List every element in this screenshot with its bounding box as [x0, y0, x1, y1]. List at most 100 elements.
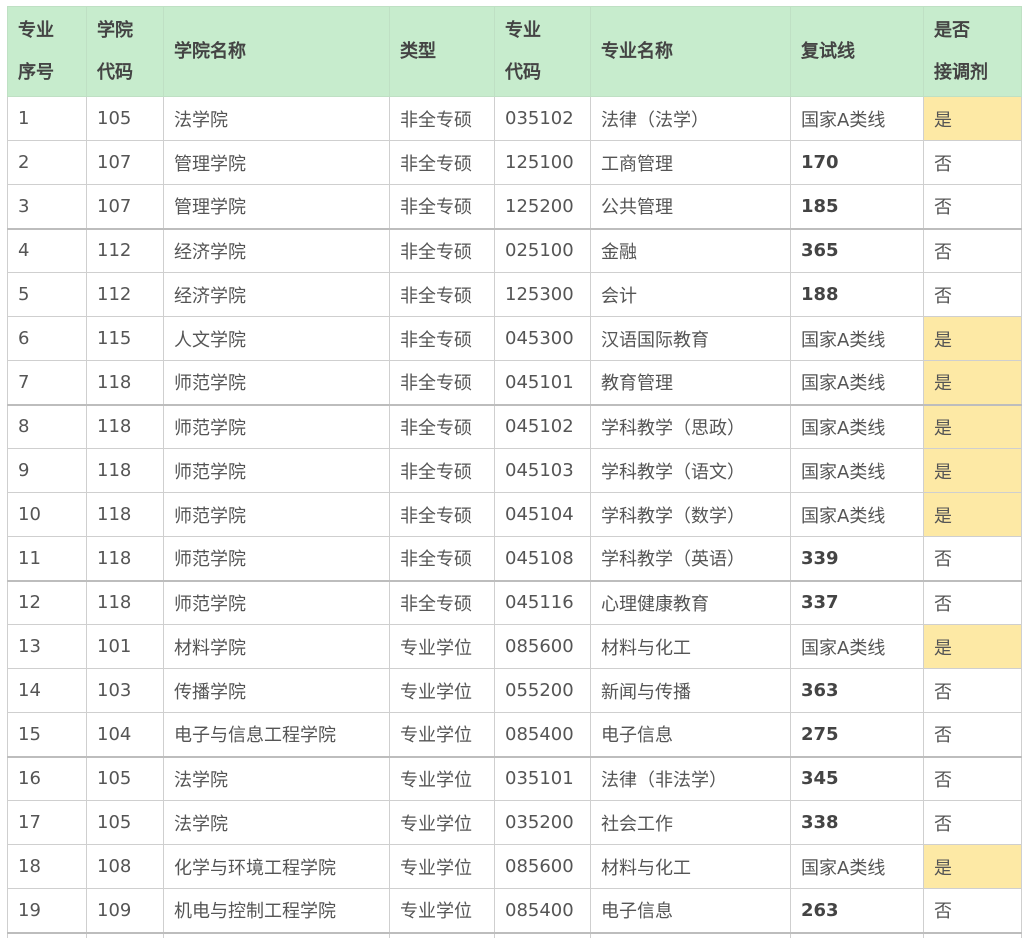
cell-major-code: 045103	[494, 448, 591, 493]
retest-score-table: 专业 序号 学院 代码 学院名称 类型 专业 代码 专业名称 复试线 是否 接调剂 11…	[7, 6, 1022, 938]
header-type: 类型	[389, 6, 495, 97]
cell-college-name: 法学院	[163, 96, 390, 141]
cell-major-name: 会计	[590, 272, 791, 317]
cell-major-name: 法律（非法学）	[590, 755, 791, 801]
header-college-name: 学院名称	[163, 6, 390, 97]
cell-seq: 19	[7, 888, 87, 933]
cell-college-name: 电子与信息工程学院	[163, 712, 390, 757]
cell-major-name: 电子信息	[590, 888, 791, 933]
table-row: 12 118 师范学院 非全专硕 045116 心理健康教育 337 否	[7, 579, 1022, 625]
cell-seq: 12	[7, 579, 87, 625]
cell-college-code: 103	[86, 668, 164, 713]
table-row: 1 105 法学院 非全专硕 035102 法律（法学） 国家A类线是	[7, 96, 1022, 141]
table-body: 1 105 法学院 非全专硕 035102 法律（法学） 国家A类线是 2 107 管理学院非全专…	[7, 96, 1022, 938]
cell-college-code: 105	[86, 755, 164, 801]
cell-college-name: 传播学院	[163, 668, 390, 713]
cell-type: 专业学位	[389, 755, 495, 801]
cell-retest-line: 国家A类线	[790, 492, 924, 537]
cell-college-name: 师范学院	[163, 448, 390, 493]
cell-major-name: 材料与化工	[590, 624, 791, 669]
cell-college-name: 人文学院	[163, 316, 390, 361]
cell-retest-line: 国家A类线	[790, 360, 924, 405]
cell-college-code: 112	[86, 272, 164, 317]
header-major-name: 专业名称	[590, 6, 791, 97]
cell-major-name: 社会工作	[590, 800, 791, 845]
cell-major-code: 055200	[494, 668, 591, 713]
cell-retest-line: 365	[790, 227, 924, 273]
cell-type: 专业学位	[389, 800, 495, 845]
cell-adjust: 否	[923, 536, 1022, 581]
cell-adjust: 是	[923, 624, 1022, 669]
cell-college-name: 机电与控制工程学院	[163, 888, 390, 933]
cell-adjust: 否	[923, 184, 1022, 229]
table-row: 17 105 法学院 专业学位 035200 社会工作 338 否	[7, 800, 1022, 845]
cell-adjust: 是	[923, 448, 1022, 493]
cell-adjust: 否	[923, 668, 1022, 713]
cell-type	[389, 931, 495, 938]
cell-type: 非全专硕	[389, 492, 495, 537]
cell-college-name: 管理学院	[163, 140, 390, 185]
table-row: 15 104 电子与信息工程学院 专业学位 085400 电子信息 275 否	[7, 712, 1022, 757]
cell-seq: 4	[7, 227, 87, 273]
cell-college-name: 师范学院	[163, 360, 390, 405]
cell-major-code: 045104	[494, 492, 591, 537]
cell-seq: 10	[7, 492, 87, 537]
cell-type: 非全专硕	[389, 272, 495, 317]
cell-retest-line: 国家A类线	[790, 844, 924, 889]
header-adjust-line1: 是否	[934, 19, 970, 41]
cell-seq: 1	[7, 96, 87, 141]
table-row: 19 109 机电与控制工程学院 专业学位 085400 电子信息 263 否	[7, 888, 1022, 933]
cell-adjust: 否	[923, 272, 1022, 317]
cell-major-code: 085600	[494, 844, 591, 889]
cell-major-name: 电子信息	[590, 712, 791, 757]
cell-college-code: 107	[86, 184, 164, 229]
cell-adjust: 是	[923, 96, 1022, 141]
cell-seq: 2	[7, 140, 87, 185]
header-adjust-line2: 接调剂	[934, 61, 988, 83]
header-college-code-line1: 学院	[97, 19, 133, 41]
cell-retest-line	[790, 931, 924, 938]
table-row: 8 118 师范学院 非全专硕 045102 学科教学（思政） 国家A类线是	[7, 403, 1022, 449]
header-major-code: 专业 代码	[494, 6, 591, 97]
cell-adjust: 否	[923, 227, 1022, 273]
table-row: 5 112 经济学院 非全专硕 125300 会计 188 否	[7, 272, 1022, 317]
table-row: 9 118 师范学院 非全专硕 045103 学科教学（语文） 国家A类线是	[7, 448, 1022, 493]
cell-type: 非全专硕	[389, 403, 495, 449]
cell-type: 专业学位	[389, 712, 495, 757]
cell-type: 非全专硕	[389, 227, 495, 273]
cell-seq: 18	[7, 844, 87, 889]
cell-major-name: 公共管理	[590, 184, 791, 229]
cell-retest-line: 263	[790, 888, 924, 933]
cell-major-name: 金融	[590, 227, 791, 273]
table-row: 16 105 法学院 专业学位 035101 法律（非法学） 345 否	[7, 755, 1022, 801]
cell-retest-line: 国家A类线	[790, 624, 924, 669]
cell-major-code: 035101	[494, 755, 591, 801]
cell-college-code: 105	[86, 800, 164, 845]
cell-major-name: 心理健康教育	[590, 579, 791, 625]
cell-adjust: 是	[923, 316, 1022, 361]
cell-retest-line: 338	[790, 800, 924, 845]
header-row: 专业 序号 学院 代码 学院名称 类型 专业 代码 专业名称 复试线 是否 接调剂	[7, 6, 1022, 97]
cell-type: 非全专硕	[389, 579, 495, 625]
cell-college-code: 108	[86, 844, 164, 889]
cell-adjust: 否	[923, 140, 1022, 185]
cell-college-name: 师范学院	[163, 536, 390, 581]
cell-college-name	[163, 931, 390, 938]
cell-major-name: 材料与化工	[590, 844, 791, 889]
header-seq-line2: 序号	[18, 61, 54, 83]
table-row: 11 118 师范学院 非全专硕 045108 学科教学（英语） 339 否	[7, 536, 1022, 581]
table-row: 7 118 师范学院 非全专硕 045101 教育管理 国家A类线是	[7, 360, 1022, 405]
cell-retest-line: 345	[790, 755, 924, 801]
cell-seq: 13	[7, 624, 87, 669]
cell-seq: 16	[7, 755, 87, 801]
cell-major-code: 045108	[494, 536, 591, 581]
cell-major-name: 学科教学（语文）	[590, 448, 791, 493]
cell-adjust: 否	[923, 888, 1022, 933]
cell-major-code: 125200	[494, 184, 591, 229]
table-header: 专业 序号 学院 代码 学院名称 类型 专业 代码 专业名称 复试线 是否 接调剂	[7, 6, 1022, 97]
cell-seq: 15	[7, 712, 87, 757]
cell-major-name	[590, 931, 791, 938]
cell-type: 非全专硕	[389, 316, 495, 361]
cell-college-code: 115	[86, 316, 164, 361]
cell-major-name: 工商管理	[590, 140, 791, 185]
